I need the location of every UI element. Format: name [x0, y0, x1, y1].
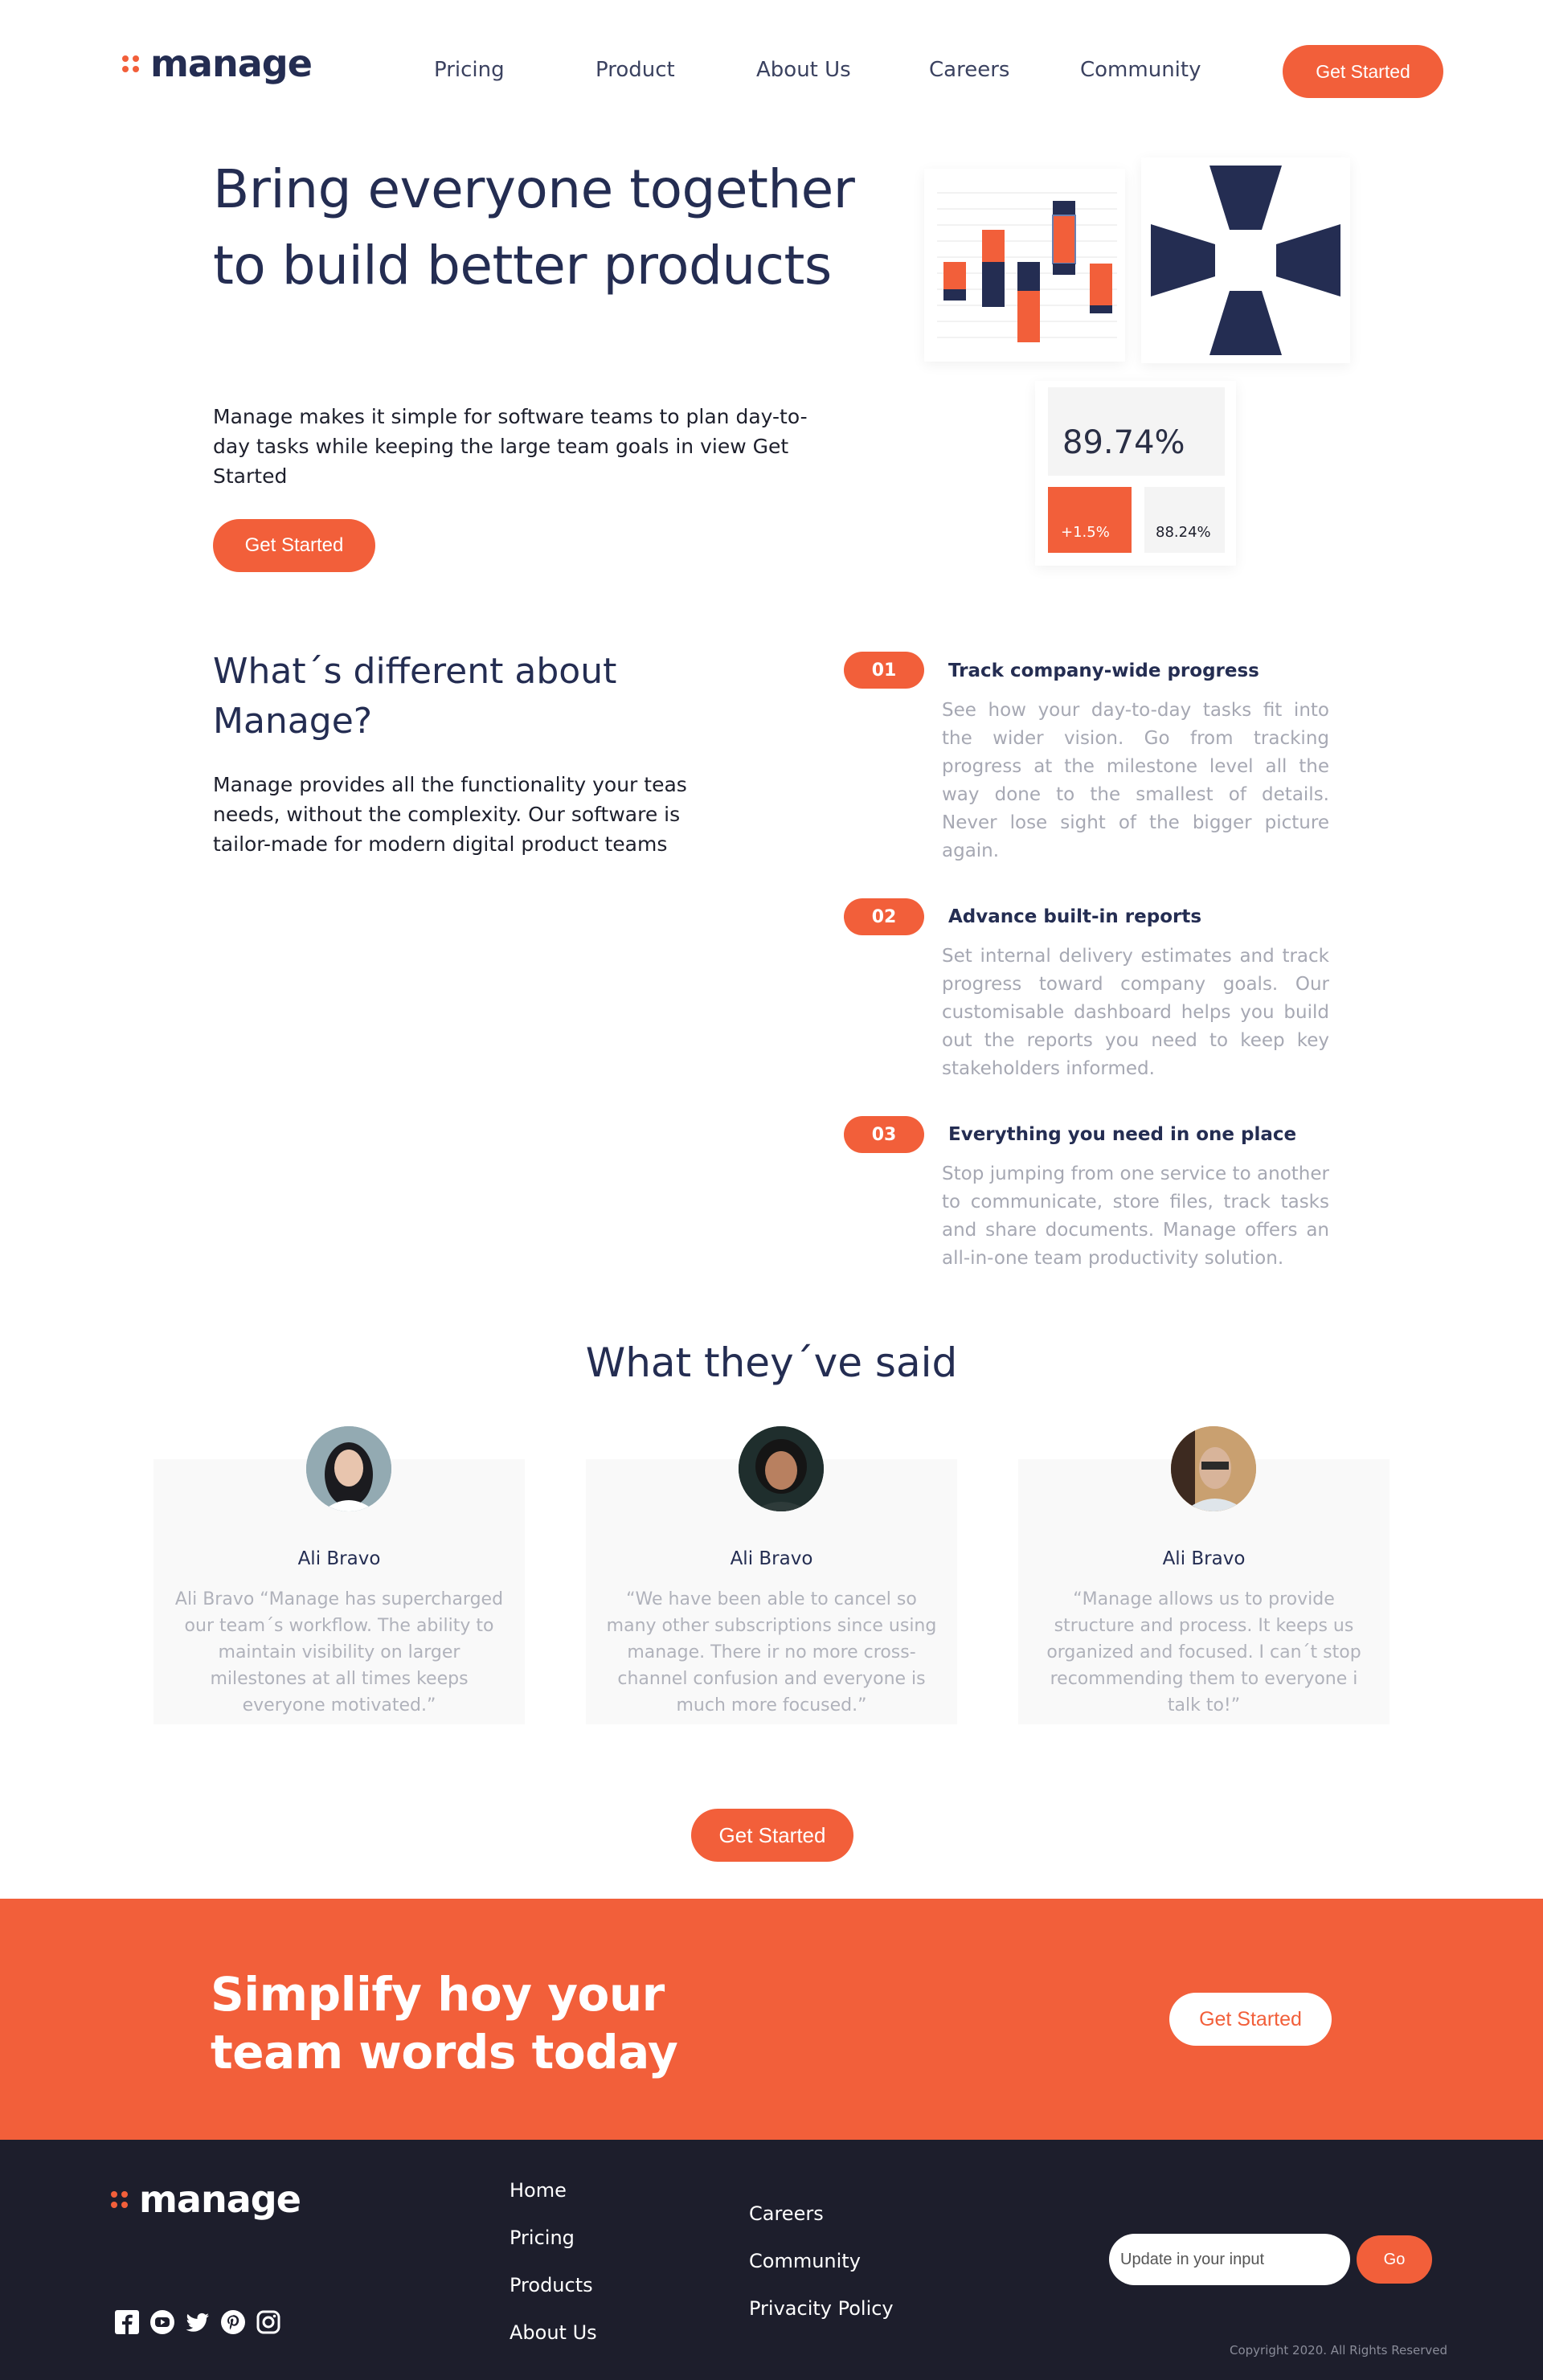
hero-title: Bring everyone together to build better … — [213, 158, 855, 296]
feature-number-1: 01 — [844, 652, 924, 689]
stats-secondary-value: 88.24% — [1156, 524, 1211, 541]
footer-link-products[interactable]: Products — [510, 2274, 593, 2296]
hero-get-started-button[interactable]: Get Started — [213, 519, 375, 572]
testimonial-quote-1: Ali Bravo “Manage has supercharged our t… — [174, 1589, 504, 1715]
testimonial-quote-2: “We have been able to cancel so many oth… — [606, 1589, 937, 1715]
nav-product[interactable]: Product — [596, 58, 675, 82]
nav-community[interactable]: Community — [1080, 58, 1201, 82]
logo-text: manage — [150, 42, 313, 85]
testimonial-quote-3: “Manage allows us to provide structure a… — [1046, 1589, 1361, 1715]
stats-main-box: 89.74% — [1048, 387, 1225, 476]
header-logo[interactable]: manage — [122, 42, 313, 85]
pinterest-icon[interactable] — [220, 2309, 246, 2335]
instagram-icon[interactable] — [256, 2309, 281, 2335]
feature-text-1: See how your day-to-day tasks fit into t… — [942, 700, 1329, 861]
feature-number-2: 02 — [844, 898, 924, 935]
footer-logo-text: manage — [139, 2178, 301, 2221]
logo-dots-icon — [122, 55, 139, 72]
feature-title-2: Advance built-in reports — [948, 906, 1202, 927]
bar-chart-graphic — [924, 169, 1125, 362]
avatar-2 — [739, 1426, 824, 1511]
feature-text-2: Set internal delivery estimates and trac… — [942, 946, 1329, 1079]
newsletter-go-button[interactable]: Go — [1357, 2235, 1432, 2284]
footer-link-about-us[interactable]: About Us — [510, 2321, 597, 2344]
stats-secondary-box: 88.24% — [1144, 487, 1225, 553]
features-title: What´s different about Manage? — [213, 651, 617, 742]
bar-chart-illustration — [937, 192, 1117, 342]
nav-careers[interactable]: Careers — [929, 58, 1009, 82]
youtube-icon[interactable] — [149, 2309, 175, 2335]
header-get-started-button[interactable]: Get Started — [1283, 45, 1443, 98]
features-text: Manage provides all the functionality yo… — [213, 773, 687, 856]
avatar-portrait-1 — [306, 1426, 391, 1511]
nav-about-us[interactable]: About Us — [756, 58, 851, 82]
newsletter-input[interactable] — [1109, 2234, 1350, 2285]
feature-title-3: Everything you need in one place — [948, 1124, 1297, 1145]
stats-card: 89.74% +1.5% 88.24% — [1035, 381, 1236, 566]
avatar-portrait-2 — [739, 1426, 824, 1511]
footer-link-community[interactable]: Community — [749, 2250, 861, 2272]
footer-link-home[interactable]: Home — [510, 2179, 567, 2202]
hero-text: Manage makes it simple for software team… — [213, 405, 808, 488]
avatar-3 — [1171, 1426, 1256, 1511]
testimonials-title: What they´ve said — [585, 1339, 958, 1386]
cta-get-started-button[interactable]: Get Started — [1169, 1993, 1332, 2046]
testimonial-name-2: Ali Bravo — [730, 1548, 813, 1569]
footer-link-careers[interactable]: Careers — [749, 2202, 824, 2225]
nav-pricing[interactable]: Pricing — [434, 58, 505, 82]
stats-change-value: +1.5% — [1061, 524, 1110, 541]
propeller-icon — [1151, 166, 1340, 355]
feature-title-1: Track company-wide progress — [948, 660, 1259, 681]
feature-number-3: 03 — [844, 1116, 924, 1153]
cta-title: Simplify hoy your team words today — [211, 1967, 678, 2079]
avatar-1 — [306, 1426, 391, 1511]
twitter-icon[interactable] — [185, 2309, 211, 2335]
testimonial-name-1: Ali Bravo — [297, 1548, 381, 1569]
feature-text-3: Stop jumping from one service to another… — [942, 1163, 1329, 1269]
stats-change-box: +1.5% — [1048, 487, 1132, 553]
testimonial-name-3: Ali Bravo — [1162, 1548, 1246, 1569]
social-icons — [114, 2309, 281, 2335]
testimonials-get-started-button[interactable]: Get Started — [691, 1809, 853, 1862]
stats-main-value: 89.74% — [1062, 424, 1185, 461]
avatar-portrait-3 — [1171, 1426, 1256, 1511]
footer-link-pricing[interactable]: Pricing — [510, 2227, 575, 2249]
propeller-graphic — [1141, 157, 1350, 363]
footer-logo[interactable]: manage — [111, 2178, 301, 2221]
facebook-icon[interactable] — [114, 2309, 140, 2335]
copyright-text: Copyright 2020. All Rights Reserved — [1230, 2343, 1448, 2358]
footer-link-privacy-policy[interactable]: Privacity Policy — [749, 2297, 894, 2320]
footer-logo-dots-icon — [111, 2190, 128, 2208]
